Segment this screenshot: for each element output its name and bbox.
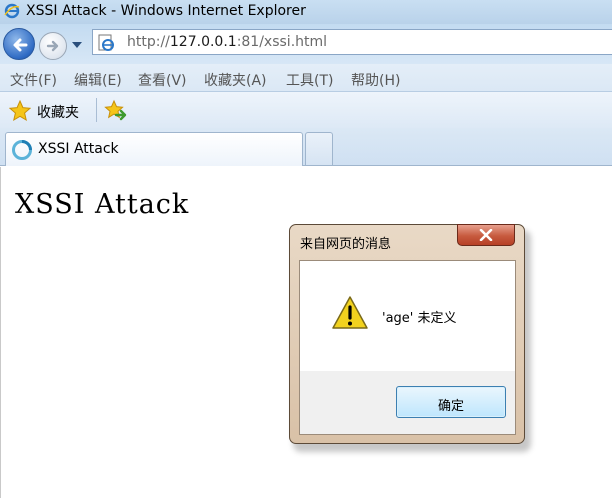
dialog-close-button[interactable]: [457, 224, 515, 246]
new-tab-button[interactable]: [305, 132, 333, 165]
page-heading: XSSI Attack: [15, 189, 190, 220]
menu-favorites[interactable]: 收藏夹(A): [204, 70, 267, 90]
url-host: 127.0.0.1: [169, 34, 237, 50]
url-text[interactable]: http://127.0.0.1:81/xssi.html: [127, 34, 327, 50]
dialog-footer: 确定: [300, 371, 515, 434]
address-bar[interactable]: http://127.0.0.1:81/xssi.html: [92, 29, 612, 55]
history-dropdown-icon[interactable]: [71, 40, 83, 50]
alert-dialog: 来自网页的消息 'age' 未定义 确定: [289, 224, 525, 444]
page-icon: [98, 34, 114, 51]
back-arrow-icon: [13, 38, 28, 52]
forward-arrow-icon: [46, 40, 59, 52]
tab-label: XSSI Attack: [38, 141, 119, 157]
tab-loading-icon: [12, 140, 32, 160]
forward-button[interactable]: [39, 32, 67, 60]
url-prefix: http://: [127, 34, 170, 50]
toolbar-divider: [96, 98, 97, 122]
url-path: :81/xssi.html: [236, 34, 328, 50]
warning-icon: [332, 296, 368, 329]
title-bar: XSSI Attack - Windows Internet Explorer: [0, 0, 612, 24]
menu-view[interactable]: 查看(V): [138, 70, 187, 90]
tab-row: XSSI Attack: [0, 128, 612, 166]
favorites-button[interactable]: 收藏夹: [37, 102, 79, 122]
close-icon: [479, 229, 493, 241]
dialog-title: 来自网页的消息: [300, 237, 392, 252]
back-button[interactable]: [3, 28, 35, 60]
tab-xssi-attack[interactable]: XSSI Attack: [5, 132, 303, 166]
dialog-message: 'age' 未定义: [382, 311, 457, 326]
add-to-favorites-icon[interactable]: [104, 99, 128, 123]
menu-bar: 文件(F) 编辑(E) 查看(V) 收藏夹(A) 工具(T) 帮助(H): [0, 64, 612, 92]
favorites-bar: 收藏夹: [0, 92, 612, 128]
ok-button[interactable]: 确定: [396, 386, 506, 418]
menu-help[interactable]: 帮助(H): [351, 70, 400, 90]
menu-edit[interactable]: 编辑(E): [74, 70, 122, 90]
ie-icon: [4, 3, 20, 19]
window-title: XSSI Attack - Windows Internet Explorer: [26, 3, 306, 19]
ok-button-label: 确定: [437, 399, 464, 414]
menu-file[interactable]: 文件(F): [10, 70, 57, 90]
menu-tools[interactable]: 工具(T): [286, 70, 333, 90]
dialog-body: 'age' 未定义 确定: [299, 260, 516, 435]
favorites-star-icon[interactable]: [9, 100, 31, 122]
